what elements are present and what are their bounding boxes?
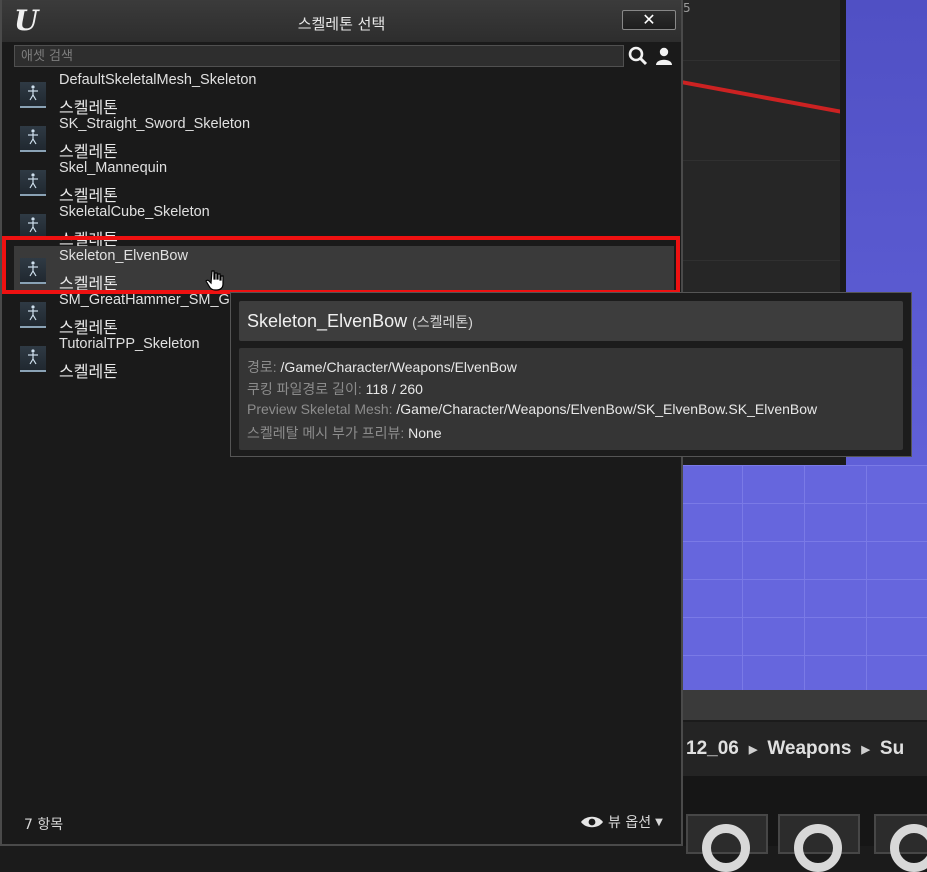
content-browser-breadcrumb: 12_06 ▶ Weapons ▶ Su [680, 722, 927, 776]
tooltip-asset-type: (스켈레톤) [412, 314, 473, 330]
user-filter-icon[interactable] [654, 46, 674, 66]
asset-thumbnail [20, 126, 46, 152]
asset-name: SK_Straight_Sword_Skeleton [59, 116, 251, 132]
breadcrumb-arrow-icon: ▶ [861, 743, 870, 756]
skeleton-icon [28, 349, 38, 365]
asset-thumbnail [20, 346, 46, 372]
graph-gridline [681, 160, 841, 161]
dialog-title: 스켈레톤 선택 [297, 15, 386, 33]
tooltip-header: Skeleton_ElvenBow (스켈레톤) [239, 301, 903, 341]
dropdown-arrow-icon: ▼ [655, 816, 663, 828]
tooltip-title: Skeleton_ElvenBow (스켈레톤) [247, 311, 473, 332]
tooltip-label: Preview Skeletal Mesh: [247, 401, 393, 417]
asset-thumbnail [20, 302, 46, 328]
tooltip-row-additional-preview: 스켈레탈 메시 부가 프리뷰: None [247, 423, 442, 443]
asset-thumbnail [20, 82, 46, 108]
viewport-floor-grid[interactable] [680, 465, 927, 690]
asset-list-item[interactable]: DefaultSkeletalMesh_Skeleton 스켈레톤 [14, 70, 674, 117]
tooltip-label: 스켈레탈 메시 부가 프리뷰: [247, 425, 405, 441]
skeleton-icon [28, 305, 38, 321]
asset-name: TutorialTPP_Skeleton [59, 336, 200, 352]
search-input[interactable] [15, 46, 623, 66]
asset-list-item[interactable]: SK_Straight_Sword_Skeleton 스켈레톤 [14, 114, 674, 161]
skeleton-icon [28, 129, 38, 145]
selection-highlight-box [2, 236, 680, 294]
tooltip-label: 경로: [247, 359, 277, 375]
skeleton-icon [28, 217, 38, 233]
tooltip-value: /Game/Character/Weapons/ElvenBow [280, 359, 517, 375]
breadcrumb-item[interactable]: Weapons [767, 738, 851, 760]
graph-footer [681, 456, 841, 465]
graph-curve [680, 80, 844, 115]
skeleton-icon [28, 85, 38, 101]
breadcrumb-item[interactable]: 12_06 [686, 738, 739, 760]
asset-thumbnail [20, 170, 46, 196]
asset-name: Skel_Mannequin [59, 160, 168, 176]
ring-icon [794, 824, 842, 872]
tooltip-label: 쿠킹 파일경로 길이: [247, 381, 362, 397]
graph-gridline [681, 60, 841, 61]
asset-name: DefaultSkeletalMesh_Skeleton [59, 72, 257, 88]
graph-gridline [681, 260, 841, 261]
skeleton-icon [28, 173, 38, 189]
content-browser-thumbnails [680, 776, 927, 872]
tooltip-value: 118 / 260 [365, 381, 423, 397]
hand-cursor-icon [205, 270, 224, 291]
breadcrumb-item[interactable]: Su [880, 738, 904, 760]
asset-type: 스켈레톤 [59, 362, 118, 381]
ring-icon [890, 824, 927, 872]
item-count: 7 항목 [24, 817, 64, 833]
graph-axis-value: 5 [683, 1, 691, 15]
asset-name: SkeletalCube_Skeleton [59, 204, 210, 220]
tooltip-details: 경로: /Game/Character/Weapons/ElvenBow 쿠킹 … [239, 348, 903, 450]
viewport-status-strip [680, 690, 927, 720]
asset-tooltip: Skeleton_ElvenBow (스켈레톤) 경로: /Game/Chara… [230, 292, 912, 457]
asset-thumbnail[interactable] [686, 814, 768, 872]
breadcrumb-arrow-icon: ▶ [748, 743, 758, 756]
view-options-button[interactable]: 뷰 옵션 ▼ [580, 812, 663, 832]
tooltip-row-cook-path-length: 쿠킹 파일경로 길이: 118 / 260 [247, 379, 423, 399]
tooltip-value: None [408, 425, 442, 441]
asset-name: SM_GreatHammer_SM_G [59, 292, 230, 308]
asset-thumbnail[interactable] [874, 814, 927, 872]
close-button[interactable]: ✕ [622, 10, 676, 30]
ring-icon [702, 824, 750, 872]
tooltip-asset-name: Skeleton_ElvenBow [247, 311, 408, 331]
search-icon[interactable] [628, 46, 648, 66]
tooltip-row-path: 경로: /Game/Character/Weapons/ElvenBow [247, 357, 517, 377]
eye-icon [581, 816, 603, 828]
asset-list-item[interactable]: Skel_Mannequin 스켈레톤 [14, 158, 674, 205]
asset-thumbnail[interactable] [778, 814, 860, 872]
tooltip-value: /Game/Character/Weapons/ElvenBow/SK_Elve… [396, 401, 818, 417]
search-bar [14, 45, 624, 67]
view-options-label: 뷰 옵션 [608, 815, 652, 831]
tooltip-row-preview-mesh: Preview Skeletal Mesh: /Game/Character/W… [247, 401, 817, 417]
dialog-title-bar[interactable]: U 스켈레톤 선택 ✕ [2, 0, 681, 42]
